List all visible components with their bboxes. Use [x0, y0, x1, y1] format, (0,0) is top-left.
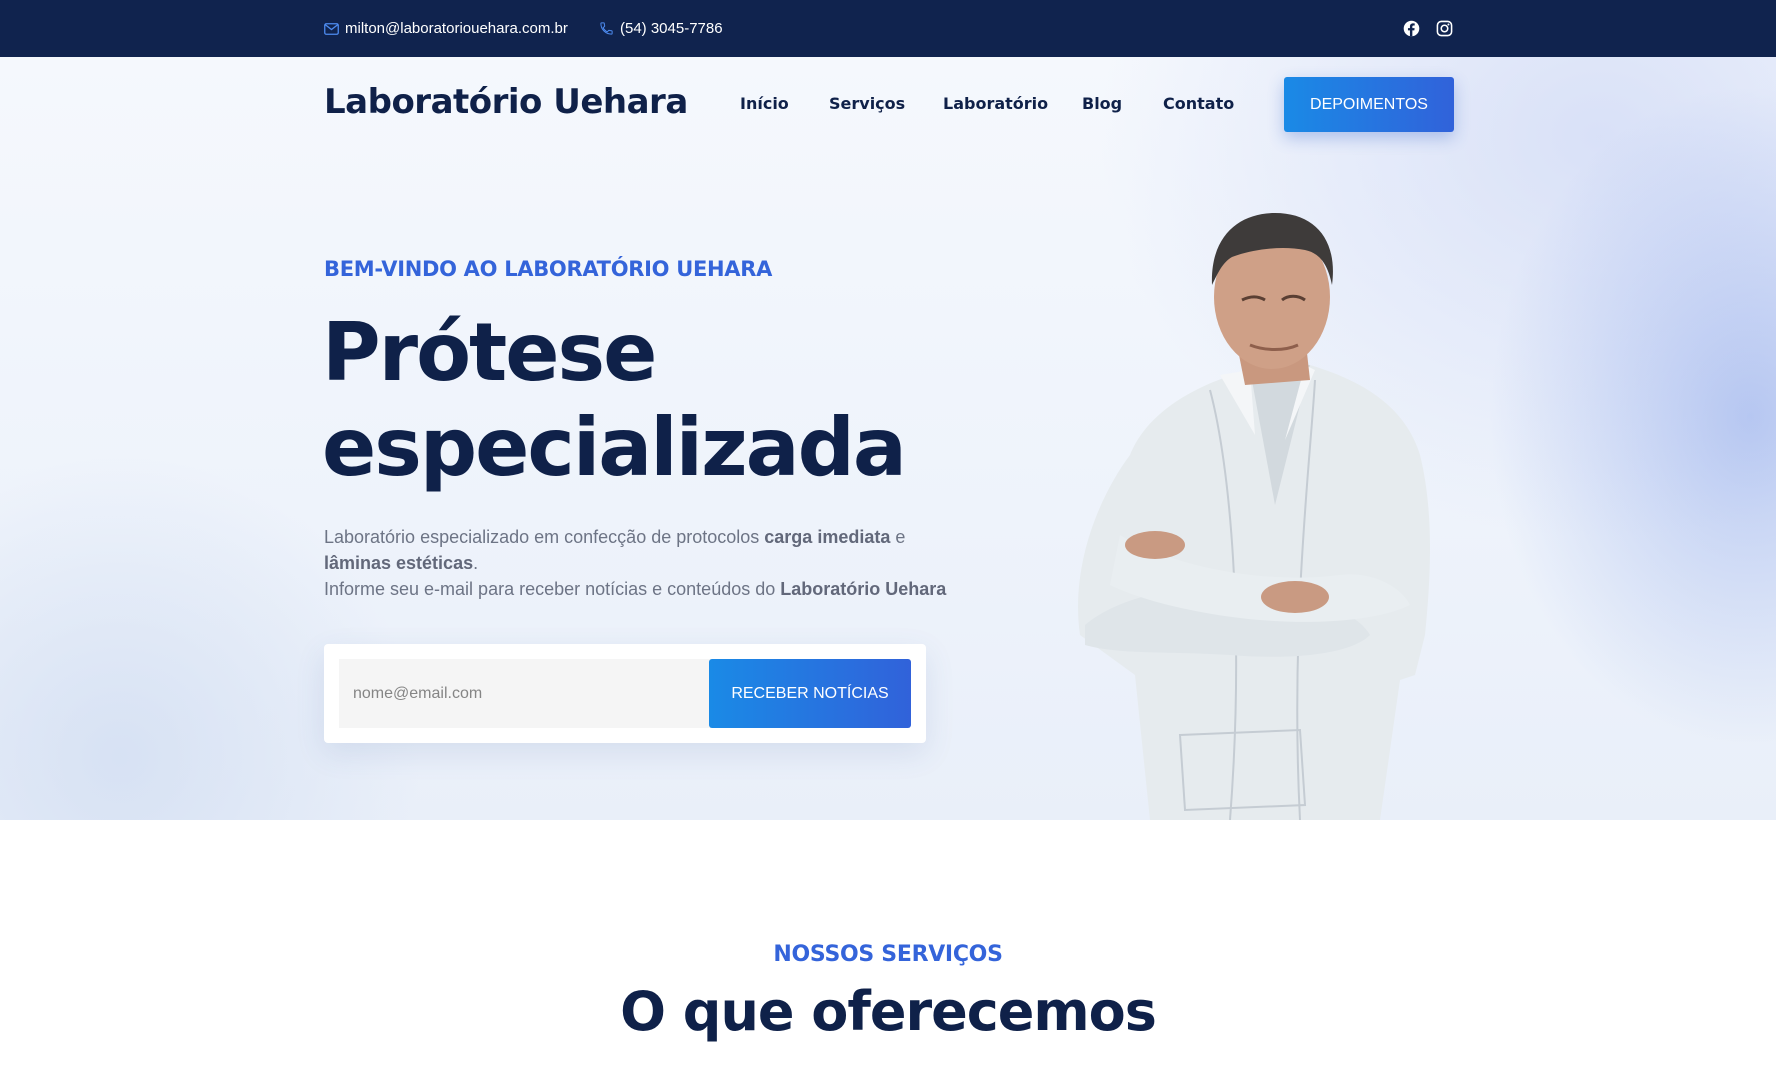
hero-description: Laboratório especializado em confecção d…: [324, 524, 964, 602]
hero-headline: Prótese especializada: [322, 305, 907, 495]
desc-bold-laminas: lâminas estéticas: [324, 553, 474, 573]
instagram-link[interactable]: [1434, 18, 1454, 38]
phone-icon: [600, 22, 613, 35]
facebook-link[interactable]: [1401, 18, 1421, 38]
subscribe-button[interactable]: RECEBER NOTÍCIAS: [709, 659, 911, 728]
facebook-icon: [1403, 20, 1419, 36]
email-input[interactable]: [339, 659, 719, 728]
mail-icon: [324, 22, 339, 35]
desc-text-1: Laboratório especializado em confecção d…: [324, 527, 765, 547]
contact-email[interactable]: milton@laboratoriouehara.com.br: [324, 0, 568, 57]
desc-text-2: e: [890, 527, 906, 547]
services-kicker: NOSSOS SERVIÇOS: [773, 942, 1003, 967]
doctor-portrait: [1078, 213, 1430, 820]
nav-item-inicio[interactable]: Início: [740, 94, 789, 116]
headline-line-1: Prótese: [322, 306, 657, 399]
nav-item-blog[interactable]: Blog: [1082, 94, 1122, 116]
depoimentos-button[interactable]: DEPOIMENTOS: [1284, 77, 1454, 132]
newsletter-form: RECEBER NOTÍCIAS: [324, 644, 926, 743]
site-logo[interactable]: Laboratório Uehara: [324, 82, 688, 122]
desc-text-4: Informe seu e-mail para receber notícias…: [324, 579, 781, 599]
desc-bold-lab: Laboratório Uehara: [780, 579, 947, 599]
nav-item-laboratorio[interactable]: Laboratório: [943, 94, 1048, 116]
instagram-icon: [1436, 20, 1452, 36]
nav-item-contato[interactable]: Contato: [1163, 94, 1234, 116]
contact-phone[interactable]: (54) 3045-7786: [599, 0, 723, 57]
desc-text-3: .: [473, 553, 479, 573]
desc-bold-carga: carga imediata: [764, 527, 891, 547]
nav-item-servicos[interactable]: Serviços: [829, 94, 905, 116]
hero-kicker: BEM-VINDO AO LABORATÓRIO UEHARA: [324, 257, 773, 281]
headline-line-2: especializada: [322, 401, 907, 494]
services-title: O que oferecemos: [620, 980, 1157, 1043]
top-bar: milton@laboratoriouehara.com.br (54) 304…: [0, 0, 1776, 57]
phone-text[interactable]: (54) 3045-7786: [620, 20, 723, 37]
email-text[interactable]: milton@laboratoriouehara.com.br: [345, 20, 568, 37]
